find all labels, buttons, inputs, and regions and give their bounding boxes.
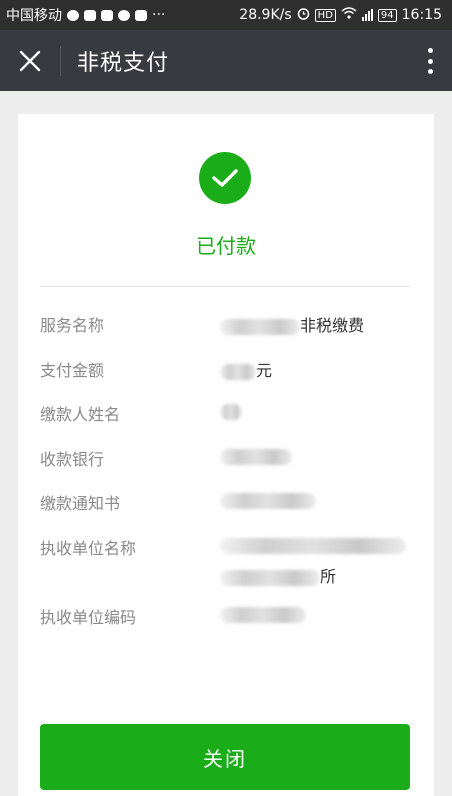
detail-label: 缴款通知书 (40, 494, 121, 513)
clock: 16:15 (401, 7, 442, 23)
redacted-value (220, 606, 306, 623)
redacted-value (220, 403, 242, 420)
payment-status: 已付款 (196, 234, 256, 258)
close-button[interactable]: 关闭 (40, 724, 410, 790)
redacted-value (220, 537, 406, 554)
page-title: 非税支付 (77, 50, 170, 76)
detail-label: 服务名称 (40, 316, 105, 335)
wifi-icon (341, 7, 357, 23)
detail-label: 执收单位编码 (40, 608, 137, 627)
redacted-value (220, 492, 316, 509)
detail-label: 缴款人姓名 (40, 405, 121, 424)
detail-label: 执收单位名称 (40, 539, 137, 558)
redacted-value (220, 448, 292, 465)
payment-result-card: 已付款 服务名称 非税缴费 支付金额 元 缴款人姓名 收款银行 缴款通知书 执收… (18, 114, 434, 796)
detail-value (220, 604, 306, 623)
battery-icon: 94 (377, 8, 397, 22)
detail-value (220, 490, 316, 509)
message-icon (118, 9, 130, 21)
detail-label: 支付金额 (40, 361, 105, 380)
app-icon (135, 9, 147, 21)
cloud-icon (84, 9, 96, 21)
detail-value: 非税缴费 (220, 312, 364, 336)
detail-value-line2: 所 (220, 563, 336, 587)
success-check-icon (199, 152, 251, 204)
alarm-icon (297, 7, 310, 24)
status-bar-left: 中国移动 ··· (6, 5, 165, 25)
detail-value (220, 446, 292, 465)
signal-icon (361, 9, 373, 21)
detail-label: 收款银行 (40, 450, 105, 469)
hd-badge: HD (314, 8, 336, 22)
detail-value (220, 401, 242, 420)
nav-bar: 非税支付 (0, 30, 452, 91)
network-speed: 28.9K/s (239, 7, 292, 23)
detail-value (220, 535, 406, 554)
nav-divider (60, 45, 61, 76)
divider (40, 286, 410, 287)
detail-value: 元 (220, 357, 272, 381)
redacted-value (220, 318, 300, 335)
status-bar: 中国移动 ··· 28.9K/s HD 94 16:15 (0, 0, 452, 30)
wechat-notification-icon (67, 9, 79, 21)
redacted-value (220, 569, 320, 586)
redacted-value (220, 363, 256, 380)
close-icon[interactable] (0, 30, 60, 91)
more-options-icon[interactable] (426, 48, 434, 74)
app-notification-icon (101, 9, 113, 21)
carrier-name: 中国移动 (6, 8, 62, 24)
more-notifications-icon: ··· (152, 7, 166, 23)
status-bar-right: 28.9K/s HD 94 16:15 (239, 7, 442, 24)
